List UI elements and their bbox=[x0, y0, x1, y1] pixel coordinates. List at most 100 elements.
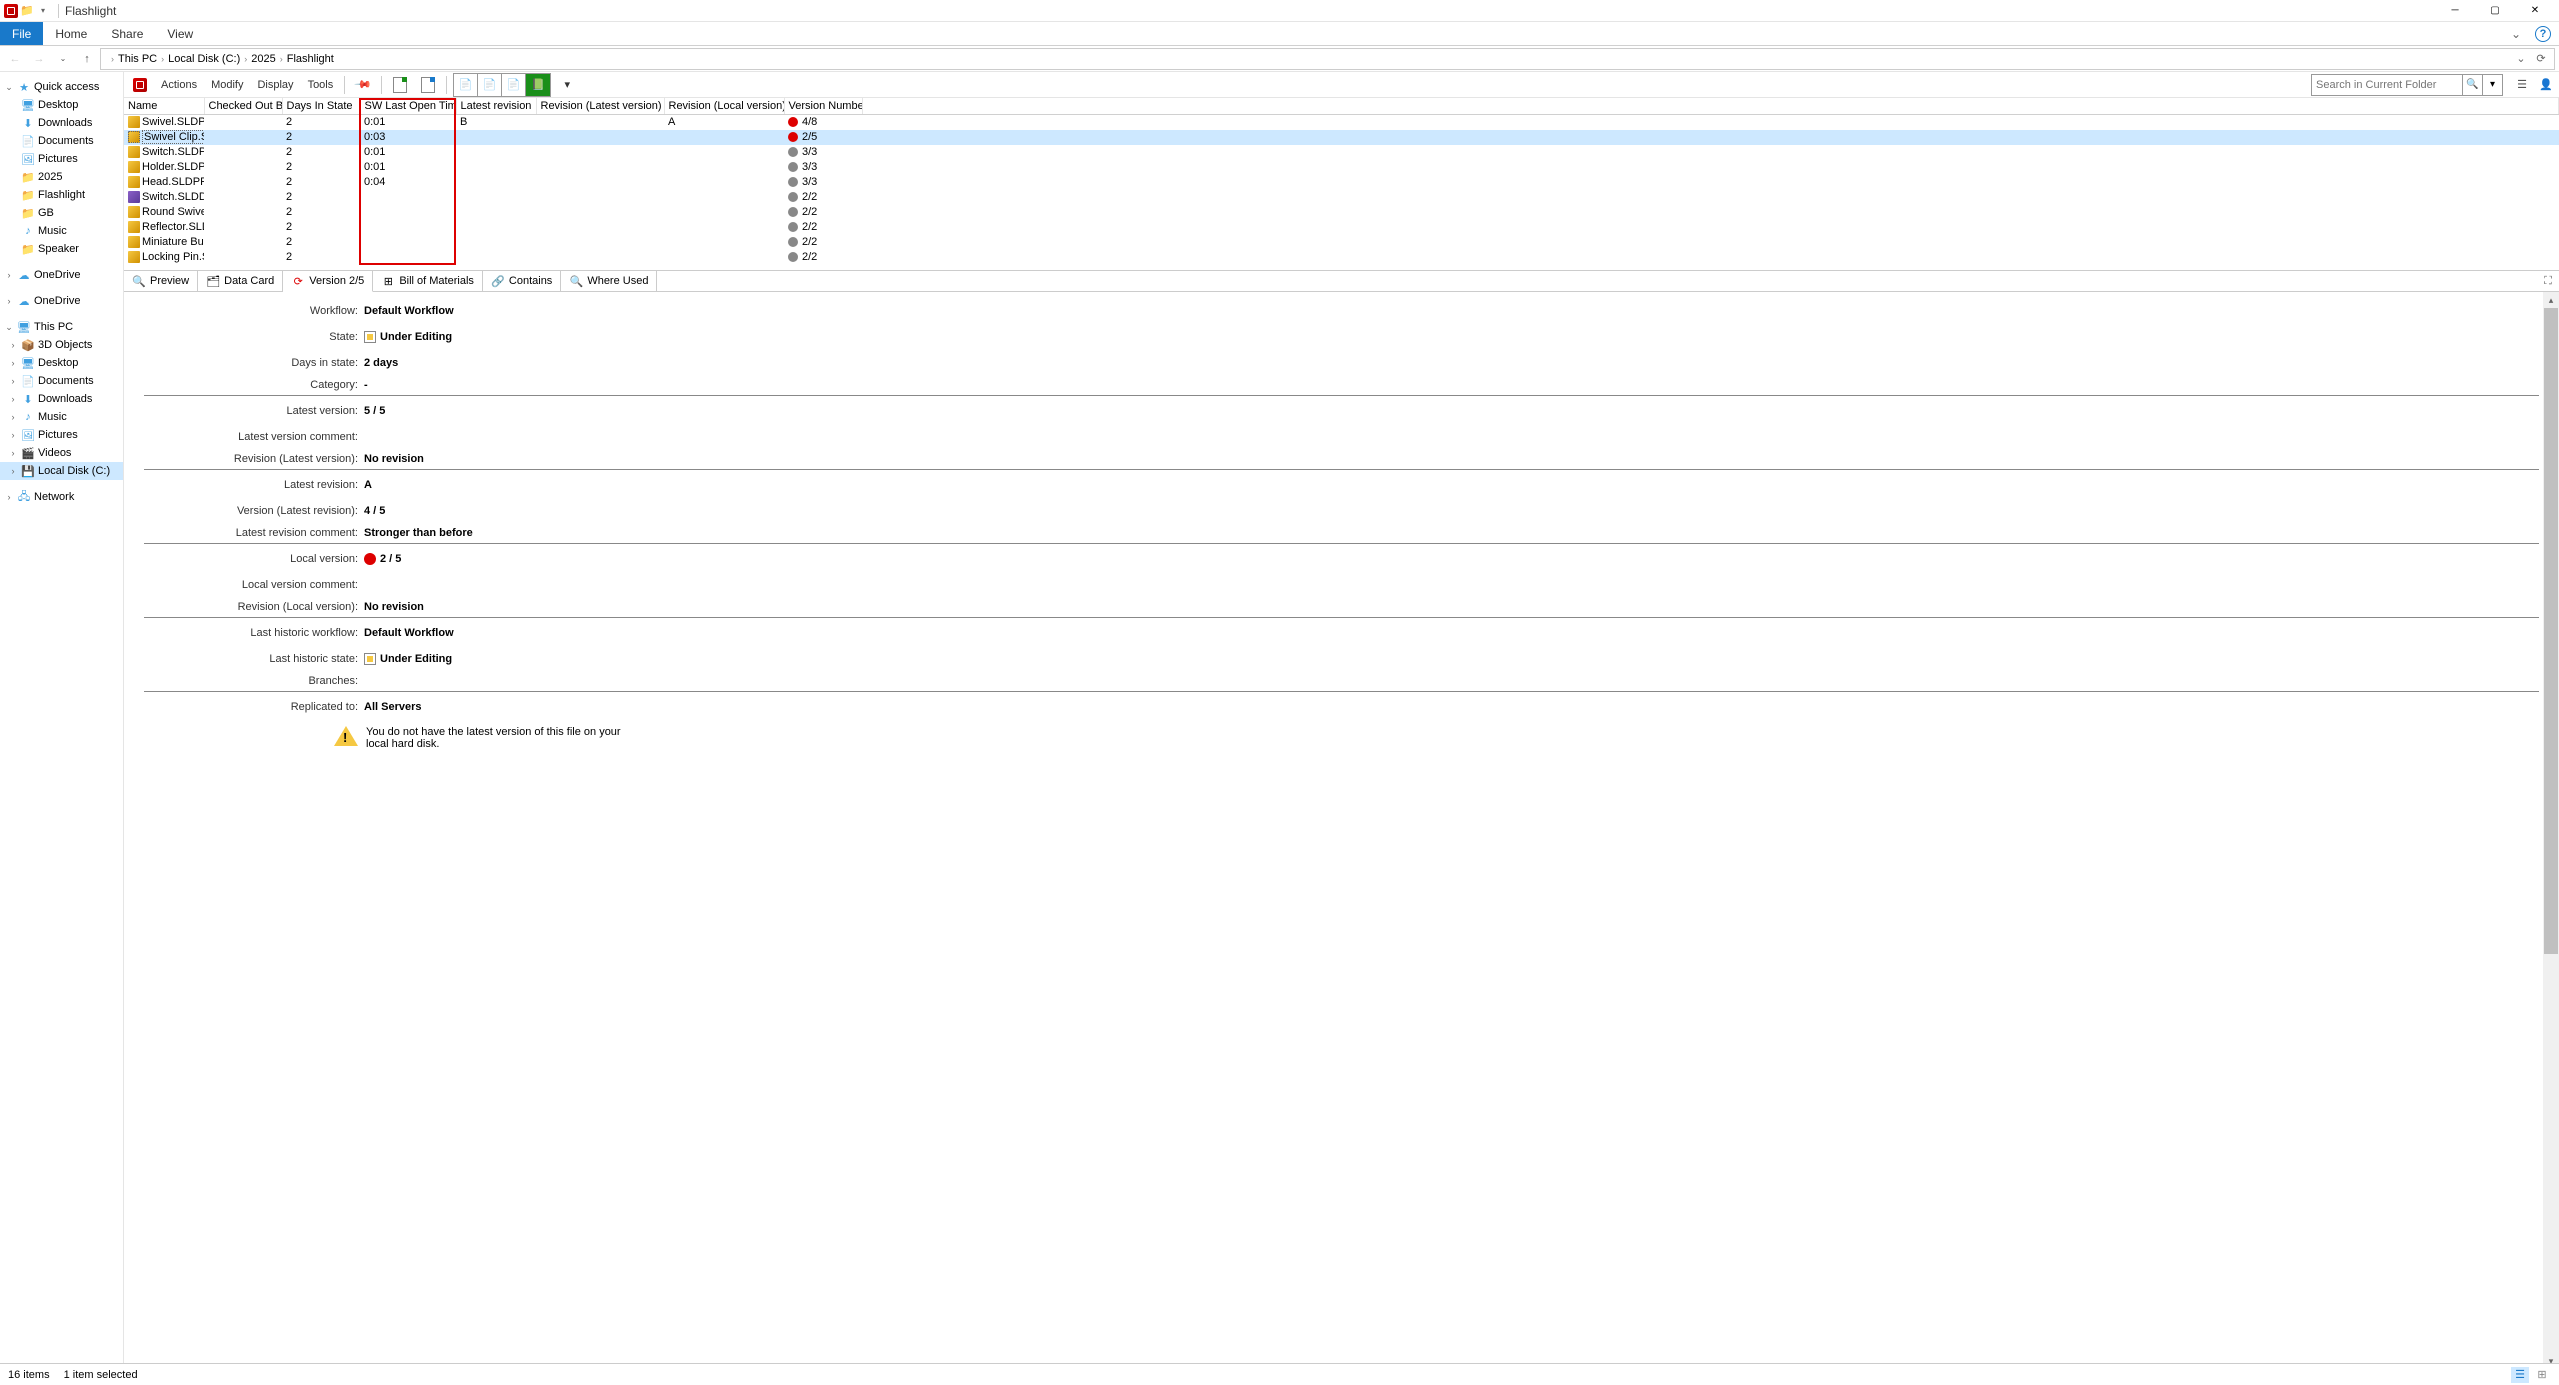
table-row[interactable]: Reflector.SLD...22/2 bbox=[124, 220, 2559, 235]
tree-item-gb[interactable]: 📁GB bbox=[0, 204, 123, 222]
vault-icon[interactable] bbox=[128, 74, 152, 96]
help-button[interactable]: ? bbox=[2535, 26, 2551, 42]
tree-item-speaker[interactable]: 📁Speaker bbox=[0, 240, 123, 258]
warning-message: You do not have the latest version of th… bbox=[366, 726, 626, 750]
refresh-button[interactable]: ⟳ bbox=[2532, 50, 2550, 68]
tree-item-2025[interactable]: 📁2025 bbox=[0, 168, 123, 186]
nav-recent-button[interactable]: ⌄ bbox=[52, 48, 74, 70]
breadcrumb[interactable]: 2025 bbox=[249, 53, 277, 65]
get-version-button[interactable]: 📄 bbox=[454, 74, 478, 96]
view-thumbnails-button[interactable]: ⊞ bbox=[2533, 1367, 2551, 1383]
check-out-button[interactable] bbox=[388, 74, 412, 96]
breadcrumb[interactable]: This PC bbox=[116, 53, 159, 65]
table-row[interactable]: Locking Pin.S...22/2 bbox=[124, 250, 2559, 265]
close-button[interactable]: ✕ bbox=[2515, 0, 2555, 22]
tree-item-local-disk[interactable]: ›💾Local Disk (C:) bbox=[0, 462, 123, 480]
tab-data-card[interactable]: 🗂Data Card bbox=[198, 271, 283, 291]
table-row[interactable]: Miniature Bul...22/2 bbox=[124, 235, 2559, 250]
ribbon-tab-home[interactable]: Home bbox=[43, 22, 99, 45]
col-revision-latest[interactable]: Revision (Latest version) bbox=[536, 98, 664, 115]
tree-item-pictures[interactable]: 🖼Pictures bbox=[0, 150, 123, 168]
pin-button[interactable]: 📌 bbox=[351, 74, 375, 96]
minimize-button[interactable]: ─ bbox=[2435, 0, 2475, 22]
user-icon[interactable]: 👤 bbox=[2537, 76, 2555, 94]
value-revision-latest: No revision bbox=[364, 453, 2539, 465]
table-row[interactable]: Round Swivel..22/2 bbox=[124, 205, 2559, 220]
nav-forward-button[interactable]: → bbox=[28, 48, 50, 70]
tree-item-quick-access[interactable]: ⌄★Quick access bbox=[0, 78, 123, 96]
ribbon-tab-view[interactable]: View bbox=[155, 22, 205, 45]
tree-item-pictures[interactable]: ›🖼Pictures bbox=[0, 426, 123, 444]
nav-back-button[interactable]: ← bbox=[4, 48, 26, 70]
tree-item-this-pc[interactable]: ⌄🖥This PC bbox=[0, 318, 123, 336]
tab-preview[interactable]: 🔍Preview bbox=[124, 271, 198, 291]
tree-item-videos[interactable]: ›🎬Videos bbox=[0, 444, 123, 462]
tree-item-music[interactable]: ›♪Music bbox=[0, 408, 123, 426]
search-button[interactable]: 🔍 bbox=[2462, 75, 2482, 95]
address-dropdown[interactable]: ⌄ bbox=[2512, 50, 2530, 68]
tab-where-used[interactable]: 🔍Where Used bbox=[561, 271, 657, 291]
menu-actions[interactable]: Actions bbox=[156, 74, 202, 96]
tree-item-3d-objects[interactable]: ›📦3D Objects bbox=[0, 336, 123, 354]
refresh-list-button[interactable]: 📗 bbox=[526, 74, 550, 96]
address-bar[interactable]: › This PC › Local Disk (C:) › 2025 › Fla… bbox=[100, 48, 2555, 70]
filter-icon[interactable]: ☰ bbox=[2513, 76, 2531, 94]
label-latest-version: Latest version: bbox=[144, 405, 364, 417]
tab-contains[interactable]: 🔗Contains bbox=[483, 271, 561, 291]
qat-dropdown[interactable]: ▾ bbox=[36, 4, 50, 18]
tree-item-flashlight[interactable]: 📁Flashlight bbox=[0, 186, 123, 204]
search-input[interactable] bbox=[2312, 79, 2462, 91]
assembly-icon bbox=[128, 191, 140, 203]
table-row[interactable]: Head.SLDPRT20:043/3 bbox=[124, 175, 2559, 190]
detail-scrollbar[interactable]: ▴ ▾ bbox=[2543, 292, 2559, 1369]
col-revision-local[interactable]: Revision (Local version) bbox=[664, 98, 784, 115]
filter-dropdown[interactable]: ▾ bbox=[555, 74, 579, 96]
table-row[interactable]: Switch.SLDPRT20:013/3 bbox=[124, 145, 2559, 160]
tree-item-downloads[interactable]: ⬇Downloads bbox=[0, 114, 123, 132]
search-dropdown[interactable]: ▾ bbox=[2482, 75, 2502, 95]
col-checked-out-by[interactable]: Checked Out By bbox=[204, 98, 282, 115]
menu-tools[interactable]: Tools bbox=[303, 74, 339, 96]
tab-version[interactable]: ⟳Version 2/5 bbox=[283, 271, 373, 292]
search-box[interactable]: 🔍 ▾ bbox=[2311, 74, 2503, 96]
label-last-historic-workflow: Last historic workflow: bbox=[144, 627, 364, 639]
col-sw-last-open[interactable]: SW Last Open Time bbox=[360, 98, 456, 115]
col-days-in-state[interactable]: Days In State bbox=[282, 98, 360, 115]
tree-item-onedrive[interactable]: ›☁OneDrive bbox=[0, 292, 123, 310]
col-latest-revision[interactable]: Latest revision bbox=[456, 98, 536, 115]
tree-item-desktop[interactable]: ›🖥Desktop bbox=[0, 354, 123, 372]
tree-item-desktop[interactable]: 🖥Desktop bbox=[0, 96, 123, 114]
value-version-latest-rev: 4 / 5 bbox=[364, 505, 2539, 517]
ribbon-tab-share[interactable]: Share bbox=[99, 22, 155, 45]
get-latest-button[interactable]: 📄 bbox=[478, 74, 502, 96]
warning-triangle-icon bbox=[334, 726, 358, 746]
table-row[interactable]: Holder.SLDPRT20:013/3 bbox=[124, 160, 2559, 175]
breadcrumb[interactable]: Local Disk (C:) bbox=[166, 53, 242, 65]
tree-item-documents[interactable]: ›📄Documents bbox=[0, 372, 123, 390]
check-in-button[interactable] bbox=[416, 74, 440, 96]
tree-item-music[interactable]: ♪Music bbox=[0, 222, 123, 240]
ribbon-expand[interactable]: ⌄ bbox=[2505, 22, 2527, 45]
maximize-button[interactable]: ▢ bbox=[2475, 0, 2515, 22]
breadcrumb[interactable]: Flashlight bbox=[285, 53, 336, 65]
table-row[interactable]: Swivel Clip.S...20:032/5 bbox=[124, 130, 2559, 145]
menu-display[interactable]: Display bbox=[252, 74, 298, 96]
col-name[interactable]: Name bbox=[124, 98, 204, 115]
view-details-button[interactable]: ☰ bbox=[2511, 1367, 2529, 1383]
table-row[interactable]: Switch.SLDD...22/2 bbox=[124, 190, 2559, 205]
col-version-number[interactable]: Version Number bbox=[784, 98, 862, 115]
tree-item-documents[interactable]: 📄Documents bbox=[0, 132, 123, 150]
ribbon-tab-file[interactable]: File bbox=[0, 22, 43, 45]
expand-detail-button[interactable]: ⛶ bbox=[2537, 271, 2559, 291]
tree-item-downloads[interactable]: ›⬇Downloads bbox=[0, 390, 123, 408]
menu-modify[interactable]: Modify bbox=[206, 74, 248, 96]
folder-icon[interactable]: 📁 bbox=[20, 4, 34, 18]
tab-bom[interactable]: ⊞Bill of Materials bbox=[373, 271, 483, 291]
version-status-icon bbox=[788, 222, 798, 232]
table-row[interactable]: Swivel.SLDPRT20:01BA4/8 bbox=[124, 115, 2559, 130]
get-button[interactable]: 📄 bbox=[502, 74, 526, 96]
tree-item-onedrive[interactable]: ›☁OneDrive bbox=[0, 266, 123, 284]
nav-up-button[interactable]: ↑ bbox=[76, 48, 98, 70]
tree-item-network[interactable]: ›🖧Network bbox=[0, 488, 123, 506]
version-status-icon bbox=[788, 147, 798, 157]
